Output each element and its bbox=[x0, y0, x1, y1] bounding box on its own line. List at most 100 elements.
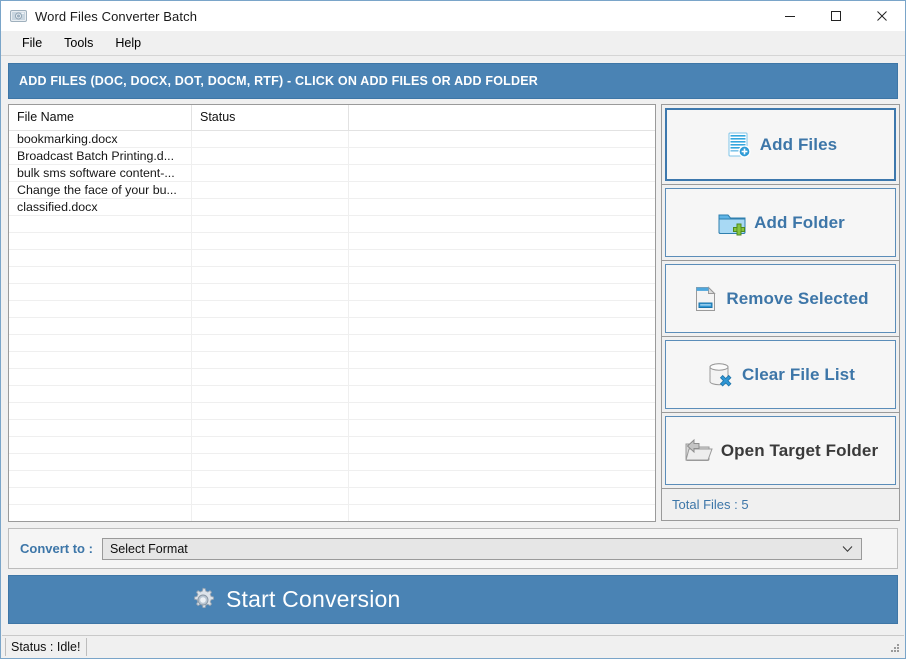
open-target-folder-button[interactable]: Open Target Folder bbox=[665, 416, 896, 485]
file-list-empty-row bbox=[9, 267, 655, 284]
remove-selected-button[interactable]: Remove Selected bbox=[665, 264, 896, 333]
add-files-button[interactable]: Add Files bbox=[665, 108, 896, 181]
column-header-status[interactable]: Status bbox=[192, 105, 349, 130]
file-list-empty-row bbox=[9, 250, 655, 267]
menu-item-file[interactable]: File bbox=[11, 33, 53, 53]
file-list-row[interactable]: classified.docx bbox=[9, 199, 655, 216]
window-title: Word Files Converter Batch bbox=[35, 8, 198, 24]
file-list-empty-row bbox=[9, 233, 655, 250]
file-list-empty-cell bbox=[349, 454, 655, 470]
file-list-cell-extra bbox=[349, 165, 655, 181]
clear-file-list-label: Clear File List bbox=[742, 364, 855, 384]
chevron-down-icon bbox=[842, 545, 853, 553]
add-folder-icon bbox=[716, 208, 748, 238]
file-list-empty-cell bbox=[192, 437, 349, 453]
file-list-empty-cell bbox=[349, 267, 655, 283]
file-list-empty-row bbox=[9, 420, 655, 437]
file-list-empty-cell bbox=[192, 386, 349, 402]
file-list-empty-cell bbox=[9, 437, 192, 453]
file-list-cell-status bbox=[192, 148, 349, 164]
file-list-and-actions: File Name Status bookmarking.docx Broadca… bbox=[8, 104, 900, 522]
file-list-empty-cell bbox=[349, 335, 655, 351]
file-list-empty-cell bbox=[9, 403, 192, 419]
file-list-cell-name: Change the face of your bu... bbox=[9, 182, 192, 198]
file-list-empty-cell bbox=[192, 454, 349, 470]
status-cell: Status : Idle! bbox=[5, 637, 88, 656]
file-list-empty-cell bbox=[9, 216, 192, 232]
column-header-extra[interactable] bbox=[349, 105, 655, 130]
open-target-folder-box: Open Target Folder bbox=[661, 413, 900, 489]
file-list-empty-cell bbox=[349, 284, 655, 300]
file-list-empty-cell bbox=[349, 471, 655, 487]
file-list-cell-status bbox=[192, 165, 349, 181]
file-list-cell-status bbox=[192, 182, 349, 198]
clear-file-list-button[interactable]: Clear File List bbox=[665, 340, 896, 409]
camera-photo-icon bbox=[10, 8, 27, 24]
file-list-empty-cell bbox=[192, 335, 349, 351]
file-list-empty-row bbox=[9, 488, 655, 505]
file-list-row[interactable]: bulk sms software content-... bbox=[9, 165, 655, 182]
app-window: Word Files Converter Batch File Tools He… bbox=[0, 0, 906, 659]
file-list-row[interactable]: bookmarking.docx bbox=[9, 131, 655, 148]
menu-item-tools[interactable]: Tools bbox=[53, 33, 104, 53]
file-list-empty-cell bbox=[9, 488, 192, 504]
window-controls bbox=[767, 1, 905, 31]
file-list-empty-cell bbox=[349, 488, 655, 504]
action-panel: Add Files Add Folder Remove Selected Cle… bbox=[661, 104, 900, 522]
remove-selected-box: Remove Selected bbox=[661, 261, 900, 337]
file-list-cell-extra bbox=[349, 182, 655, 198]
maximize-button[interactable] bbox=[813, 1, 859, 31]
file-list-empty-cell bbox=[9, 369, 192, 385]
convert-to-label: Convert to : bbox=[20, 541, 93, 556]
total-files-label: Total Files : 5 bbox=[672, 497, 749, 512]
file-list-empty-cell bbox=[9, 284, 192, 300]
file-list-empty-cell bbox=[349, 233, 655, 249]
file-list-empty-row bbox=[9, 386, 655, 403]
file-list-empty-row bbox=[9, 216, 655, 233]
remove-file-icon bbox=[692, 284, 720, 314]
close-button[interactable] bbox=[859, 1, 905, 31]
open-folder-icon bbox=[683, 436, 715, 466]
file-list-empty-row bbox=[9, 335, 655, 352]
file-list-empty-cell bbox=[9, 420, 192, 436]
file-list-empty-row bbox=[9, 318, 655, 335]
file-list-empty-row bbox=[9, 301, 655, 318]
file-list-empty-row bbox=[9, 369, 655, 386]
clear-file-list-box: Clear File List bbox=[661, 337, 900, 413]
file-list-empty-cell bbox=[192, 233, 349, 249]
add-files-icon bbox=[724, 130, 754, 160]
add-folder-button[interactable]: Add Folder bbox=[665, 188, 896, 257]
file-list-row[interactable]: Broadcast Batch Printing.d... bbox=[9, 148, 655, 165]
file-list-empty-cell bbox=[192, 318, 349, 334]
instruction-banner-text: ADD FILES (DOC, DOCX, DOT, DOCM, RTF) - … bbox=[19, 74, 539, 88]
menu-item-help[interactable]: Help bbox=[104, 33, 152, 53]
add-folder-box: Add Folder bbox=[661, 185, 900, 261]
file-list-body: bookmarking.docx Broadcast Batch Printing… bbox=[9, 131, 655, 521]
file-list-empty-cell bbox=[349, 437, 655, 453]
minimize-button[interactable] bbox=[767, 1, 813, 31]
resize-grip-icon[interactable] bbox=[889, 642, 901, 654]
start-conversion-label: Start Conversion bbox=[226, 586, 401, 612]
file-list-empty-row bbox=[9, 437, 655, 454]
file-list-empty-cell bbox=[9, 335, 192, 351]
file-list-empty-cell bbox=[9, 318, 192, 334]
file-list-empty-cell bbox=[192, 488, 349, 504]
file-list-empty-cell bbox=[9, 250, 192, 266]
file-list-row[interactable]: Change the face of your bu... bbox=[9, 182, 655, 199]
instruction-banner: ADD FILES (DOC, DOCX, DOT, DOCM, RTF) - … bbox=[8, 63, 898, 99]
start-conversion-button[interactable]: Start Conversion bbox=[8, 575, 898, 624]
column-header-file-name[interactable]: File Name bbox=[9, 105, 192, 130]
file-list-empty-cell bbox=[9, 352, 192, 368]
file-list-empty-cell bbox=[349, 250, 655, 266]
file-list-empty-row bbox=[9, 352, 655, 369]
file-list-cell-status bbox=[192, 199, 349, 215]
file-list-view[interactable]: File Name Status bookmarking.docx Broadca… bbox=[8, 104, 656, 522]
format-select[interactable]: Select Format bbox=[101, 537, 862, 560]
remove-selected-label: Remove Selected bbox=[726, 288, 869, 308]
menu-bar: File Tools Help bbox=[1, 31, 905, 56]
open-target-folder-label: Open Target Folder bbox=[720, 440, 879, 460]
file-list-empty-row bbox=[9, 505, 655, 521]
status-text: Status : Idle! bbox=[11, 639, 81, 654]
file-list-empty-cell bbox=[9, 505, 192, 521]
file-list-empty-cell bbox=[9, 267, 192, 283]
